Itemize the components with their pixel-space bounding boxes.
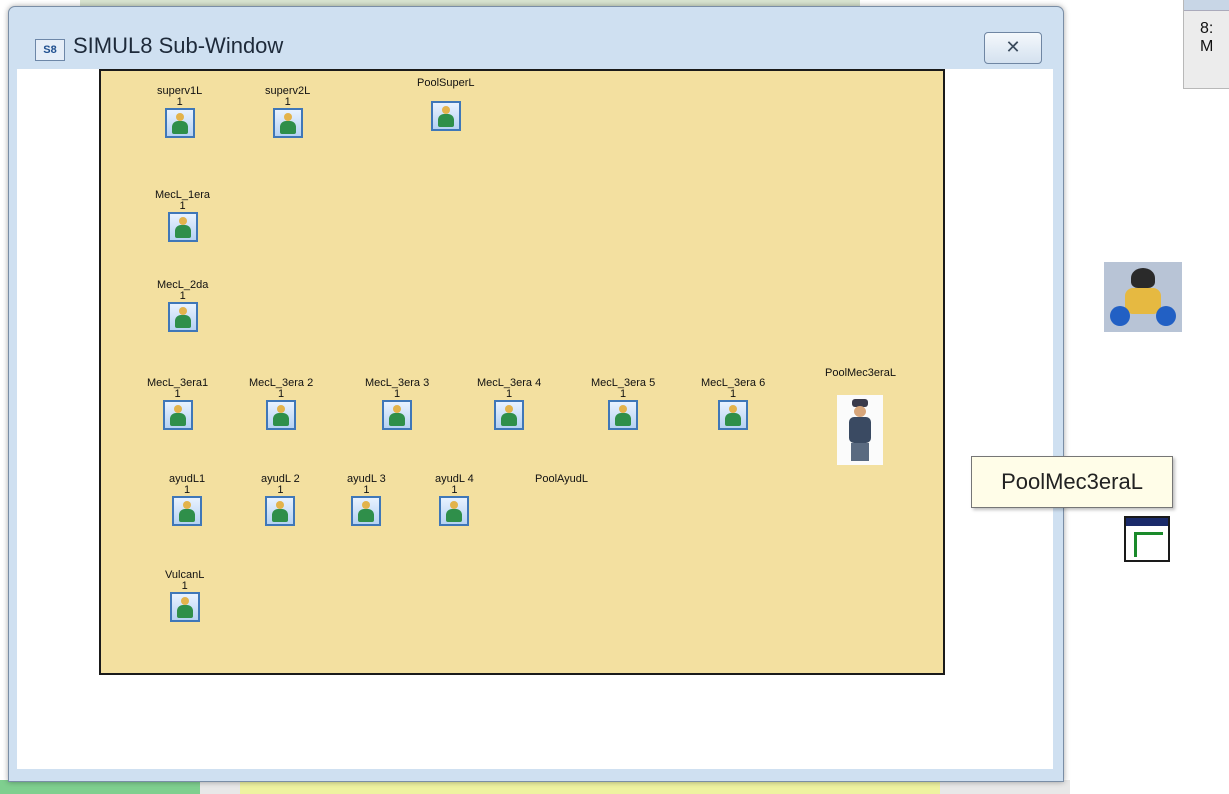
object-count: 1 [176, 96, 183, 108]
resource-MecL_3era6[interactable]: MecL_3era 6 1 [701, 377, 765, 435]
person-icon[interactable] [266, 400, 297, 430]
object-count: 1 [284, 96, 291, 108]
resource-MecL_3era2[interactable]: MecL_3era 2 1 [249, 377, 313, 435]
object-count: 1 [179, 290, 186, 302]
person-icon[interactable] [169, 592, 200, 622]
object-count: 1 [278, 388, 285, 400]
object-label: PoolMec3eraL [825, 367, 896, 379]
resource-PoolMec3eraL[interactable]: PoolMec3eraL [825, 367, 896, 470]
person-icon[interactable] [439, 496, 470, 526]
object-count: 1 [363, 484, 370, 496]
object-count: 1 [506, 388, 513, 400]
panel-text-line2: M [1200, 38, 1214, 55]
person-icon[interactable] [430, 101, 461, 131]
object-count: 1 [174, 388, 181, 400]
resource-VulcanL[interactable]: VulcanL 1 [165, 569, 204, 627]
object-count: 1 [730, 388, 737, 400]
person-icon[interactable] [172, 496, 203, 526]
resource-MecL_2da[interactable]: MecL_2da 1 [157, 279, 208, 337]
resource-MecL_3era1[interactable]: MecL_3era1 1 [147, 377, 208, 435]
window-client-area[interactable]: superv1L 1 superv2L 1 PoolSuperL MecL_1e… [17, 69, 1053, 769]
person-icon[interactable] [608, 400, 639, 430]
resource-MecL_3era4[interactable]: MecL_3era 4 1 [477, 377, 541, 435]
resource-MecL_3era3[interactable]: MecL_3era 3 1 [365, 377, 429, 435]
workcenter-icon[interactable] [1124, 516, 1170, 562]
resource-robot-icon[interactable] [1104, 262, 1182, 332]
simul8-app-icon: S8 [35, 39, 65, 61]
resource-superv1L[interactable]: superv1L 1 [157, 85, 202, 143]
person-icon[interactable] [494, 400, 525, 430]
resource-PoolSuperL[interactable]: PoolSuperL [417, 77, 475, 136]
person-icon[interactable] [167, 302, 198, 332]
object-count: 1 [181, 580, 188, 592]
resource-ayudL3[interactable]: ayudL 3 1 [347, 473, 386, 531]
object-count: 1 [620, 388, 627, 400]
close-icon: ✕ [1005, 37, 1021, 57]
resource-ayudL4[interactable]: ayudL 4 1 [435, 473, 474, 531]
resource-PoolAyudL[interactable]: PoolAyudL [535, 473, 588, 485]
resource-ayudL2[interactable]: ayudL 2 1 [261, 473, 300, 531]
object-count: 1 [451, 484, 458, 496]
person-icon[interactable] [382, 400, 413, 430]
object-count: 1 [179, 200, 186, 212]
background-status-panel: 8: M [1183, 0, 1229, 89]
object-label: PoolAyudL [535, 473, 589, 485]
resource-MecL_3era5[interactable]: MecL_3era 5 1 [591, 377, 655, 435]
object-count: 1 [394, 388, 401, 400]
mechanic-icon[interactable] [837, 395, 884, 465]
close-button[interactable]: ✕ [984, 32, 1042, 64]
person-icon[interactable] [265, 496, 296, 526]
person-icon[interactable] [167, 212, 198, 242]
panel-text-line1: 8: [1200, 20, 1214, 37]
person-icon[interactable] [351, 496, 382, 526]
panel-header-bar [1184, 0, 1229, 11]
person-icon[interactable] [718, 400, 749, 430]
person-icon[interactable] [162, 400, 193, 430]
window-title: SIMUL8 Sub-Window [73, 33, 284, 58]
resource-MecL_1era[interactable]: MecL_1era 1 [155, 189, 210, 247]
person-icon[interactable] [272, 108, 303, 138]
background-bottom-strip [0, 780, 1070, 794]
object-count: 1 [277, 484, 284, 496]
tooltip: PoolMec3eraL [971, 456, 1173, 508]
object-label: PoolSuperL [417, 77, 475, 89]
object-count: 1 [183, 484, 191, 496]
person-icon[interactable] [164, 108, 195, 138]
resource-superv2L[interactable]: superv2L 1 [265, 85, 310, 143]
resource-ayudL1[interactable]: ayudL1 1 [169, 473, 205, 531]
simul8-sub-window[interactable]: S8 SIMUL8 Sub-Window ✕ superv1L 1 superv… [8, 6, 1064, 782]
simulation-canvas[interactable]: superv1L 1 superv2L 1 PoolSuperL MecL_1e… [99, 69, 945, 675]
